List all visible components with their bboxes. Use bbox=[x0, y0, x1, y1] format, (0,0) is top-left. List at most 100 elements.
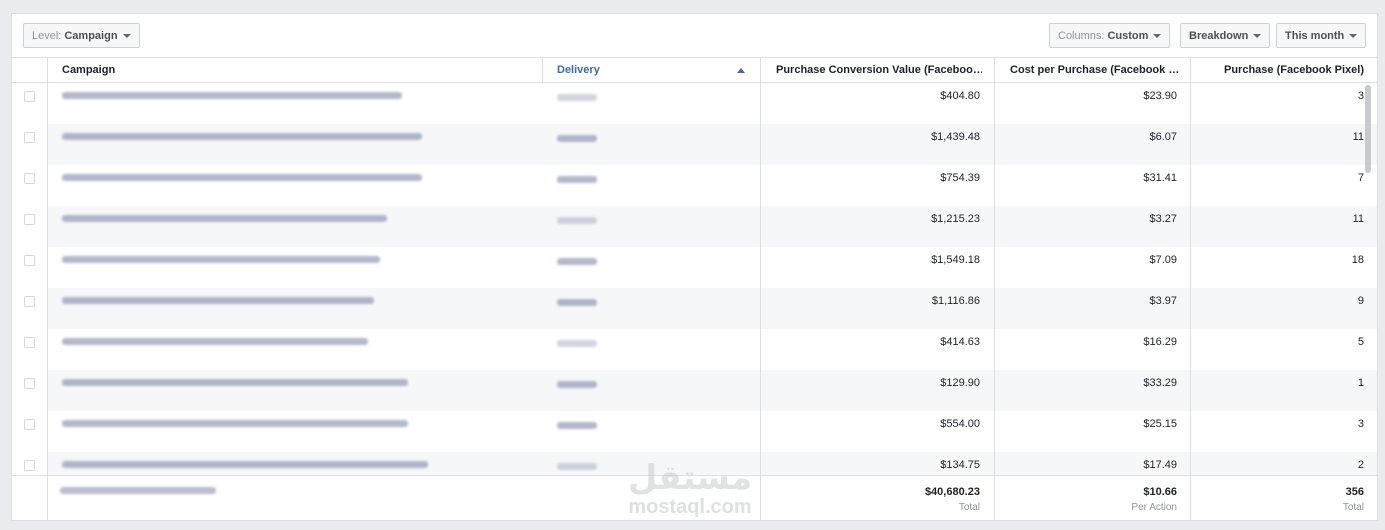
purchase-value-cell: $1,439.48 bbox=[931, 131, 980, 143]
table-row[interactable]: $1,215.23 $3.27 11 bbox=[12, 206, 1377, 247]
vertical-scrollbar[interactable] bbox=[1365, 85, 1371, 173]
row-checkbox[interactable] bbox=[24, 296, 35, 307]
table-row[interactable]: $404.80 $23.90 3 bbox=[12, 83, 1377, 124]
campaign-name-redacted[interactable] bbox=[62, 215, 387, 222]
purchase-value-cell: $134.75 bbox=[940, 459, 980, 471]
row-background bbox=[48, 329, 1377, 370]
sort-ascending-icon[interactable] bbox=[737, 68, 745, 73]
chevron-down-icon bbox=[122, 33, 131, 38]
columns-value: Custom bbox=[1107, 29, 1149, 42]
purchase-value-cell: $754.39 bbox=[940, 172, 980, 184]
row-checkbox[interactable] bbox=[24, 132, 35, 143]
column-header-purchases[interactable]: Purchase (Facebook Pixel) bbox=[1202, 58, 1364, 83]
level-dropdown[interactable]: Level: Campaign bbox=[23, 23, 140, 48]
purchase-value-cell: $1,215.23 bbox=[931, 213, 980, 225]
table-row[interactable]: $134.75 $17.49 2 bbox=[12, 452, 1377, 475]
row-background bbox=[48, 370, 1377, 411]
campaign-table: Campaign Delivery Purchase Conversion Va… bbox=[12, 58, 1377, 520]
column-divider[interactable] bbox=[542, 58, 543, 83]
row-checkbox[interactable] bbox=[24, 378, 35, 389]
campaign-name-redacted[interactable] bbox=[62, 92, 402, 99]
cost-per-purchase-cell: $17.49 bbox=[1143, 459, 1177, 471]
columns-dropdown[interactable]: Columns: Custom bbox=[1049, 23, 1171, 48]
cost-per-purchase-cell: $23.90 bbox=[1143, 90, 1177, 102]
column-header-campaign[interactable]: Campaign bbox=[62, 58, 115, 83]
summary-label-redacted bbox=[60, 487, 216, 494]
campaign-name-redacted[interactable] bbox=[62, 256, 380, 263]
column-header-purchase-value[interactable]: Purchase Conversion Value (Faceboo… bbox=[776, 58, 982, 83]
table-row[interactable]: $554.00 $25.15 3 bbox=[12, 411, 1377, 452]
column-header-cost-per-purchase[interactable]: Cost per Purchase (Facebook … bbox=[1010, 58, 1194, 83]
purchases-cell: 7 bbox=[1357, 172, 1364, 184]
cost-per-purchase-cell: $25.15 bbox=[1143, 418, 1177, 430]
table-row[interactable]: $129.90 $33.29 1 bbox=[12, 370, 1377, 411]
row-checkbox[interactable] bbox=[24, 460, 35, 471]
campaign-name-redacted[interactable] bbox=[62, 297, 374, 304]
column-divider[interactable] bbox=[1190, 58, 1191, 520]
cost-per-purchase-cell: $6.07 bbox=[1149, 131, 1177, 143]
delivery-status-redacted bbox=[557, 463, 597, 470]
campaign-name-redacted[interactable] bbox=[62, 461, 428, 468]
delivery-status-redacted bbox=[557, 94, 597, 101]
table-footer: $40,680.23 Total $10.66 Per Action 356 T… bbox=[12, 475, 1377, 520]
campaign-name-redacted[interactable] bbox=[62, 420, 408, 427]
level-prefix: Level: bbox=[32, 29, 62, 42]
purchases-cell: 9 bbox=[1357, 295, 1364, 307]
purchase-value-cell: $554.00 bbox=[940, 418, 980, 430]
total-purchases-label: Total bbox=[1342, 502, 1364, 513]
total-purchase-value-label: Total bbox=[958, 502, 980, 513]
campaign-name-redacted[interactable] bbox=[62, 338, 368, 345]
cost-per-purchase-cell: $7.09 bbox=[1149, 254, 1177, 266]
delivery-status-redacted bbox=[557, 299, 597, 306]
purchases-cell: 1 bbox=[1357, 377, 1364, 389]
row-checkbox[interactable] bbox=[24, 255, 35, 266]
purchases-cell: 18 bbox=[1351, 254, 1364, 266]
column-divider bbox=[47, 58, 48, 520]
row-checkbox[interactable] bbox=[24, 173, 35, 184]
row-background bbox=[48, 206, 1377, 247]
table-row[interactable]: $754.39 $31.41 7 bbox=[12, 165, 1377, 206]
delivery-status-redacted bbox=[557, 258, 597, 265]
toolbar: Level: Campaign Columns: Custom Breakdow… bbox=[12, 14, 1377, 58]
delivery-status-redacted bbox=[557, 422, 597, 429]
date-range-label: This month bbox=[1285, 29, 1345, 42]
table-row[interactable]: $414.63 $16.29 5 bbox=[12, 329, 1377, 370]
purchase-value-cell: $1,116.86 bbox=[931, 295, 980, 307]
delivery-status-redacted bbox=[557, 381, 597, 388]
column-divider[interactable] bbox=[994, 58, 995, 520]
purchase-value-cell: $404.80 bbox=[940, 90, 980, 102]
table-row[interactable]: $1,439.48 $6.07 11 bbox=[12, 124, 1377, 165]
column-header-delivery[interactable]: Delivery bbox=[557, 58, 600, 83]
campaign-name-redacted[interactable] bbox=[62, 133, 422, 140]
purchases-cell: 3 bbox=[1357, 90, 1364, 102]
row-background bbox=[48, 247, 1377, 288]
cost-per-purchase-cell: $33.29 bbox=[1143, 377, 1177, 389]
table-row[interactable]: $1,549.18 $7.09 18 bbox=[12, 247, 1377, 288]
date-range-dropdown[interactable]: This month bbox=[1276, 23, 1367, 48]
breakdown-dropdown[interactable]: Breakdown bbox=[1180, 23, 1271, 48]
purchase-value-cell: $414.63 bbox=[940, 336, 980, 348]
row-background bbox=[48, 124, 1377, 165]
chevron-down-icon bbox=[1153, 33, 1162, 38]
row-checkbox[interactable] bbox=[24, 214, 35, 225]
table-row[interactable]: $1,116.86 $3.97 9 bbox=[12, 288, 1377, 329]
row-checkbox[interactable] bbox=[24, 91, 35, 102]
campaign-name-redacted[interactable] bbox=[62, 379, 408, 386]
purchase-value-cell: $1,549.18 bbox=[931, 254, 980, 266]
row-checkbox[interactable] bbox=[24, 337, 35, 348]
column-divider[interactable] bbox=[760, 58, 761, 520]
row-checkbox[interactable] bbox=[24, 419, 35, 430]
delivery-status-redacted bbox=[557, 340, 597, 347]
cost-per-purchase-cell: $16.29 bbox=[1143, 336, 1177, 348]
delivery-status-redacted bbox=[557, 217, 597, 224]
campaign-name-redacted[interactable] bbox=[62, 174, 422, 181]
total-cost-per-purchase-label: Per Action bbox=[1131, 502, 1177, 513]
total-purchases: 356 bbox=[1345, 486, 1364, 498]
cost-per-purchase-cell: $3.97 bbox=[1149, 295, 1177, 307]
purchases-cell: 11 bbox=[1352, 131, 1364, 143]
columns-prefix: Columns: bbox=[1058, 29, 1105, 42]
delivery-status-redacted bbox=[557, 176, 597, 183]
row-background bbox=[48, 288, 1377, 329]
row-background bbox=[48, 165, 1377, 206]
purchases-cell: 5 bbox=[1357, 336, 1364, 348]
